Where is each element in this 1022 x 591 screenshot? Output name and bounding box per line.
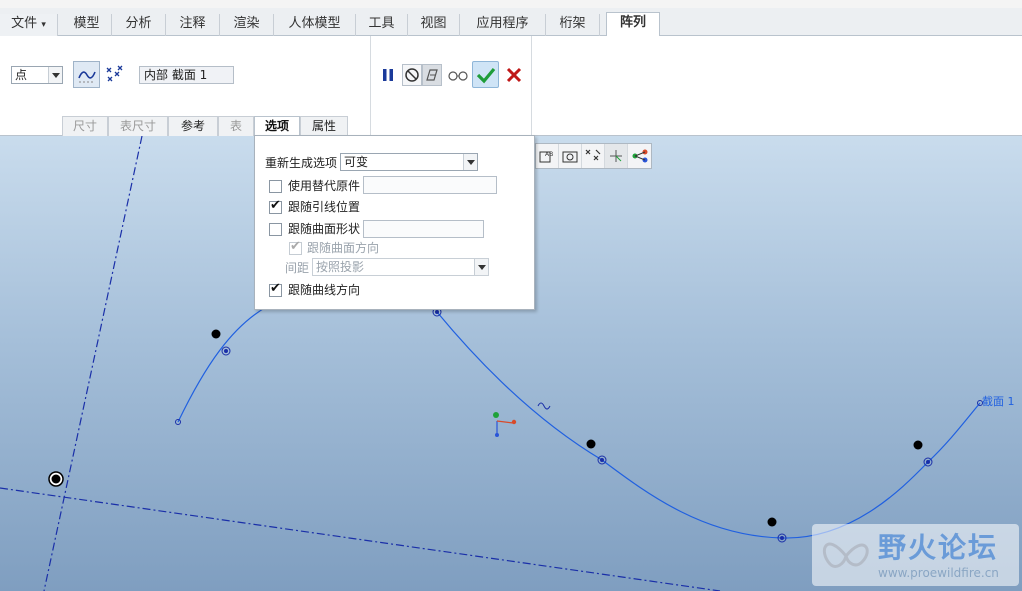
curve-tangent-mark bbox=[537, 402, 551, 410]
close-icon bbox=[506, 67, 522, 83]
subtab-properties[interactable]: 属性 bbox=[300, 116, 348, 136]
svg-text:AB: AB bbox=[545, 151, 553, 158]
tab-truss[interactable]: 桁架 bbox=[546, 14, 600, 36]
watermark-title: 野火论坛 bbox=[878, 531, 999, 564]
chevron-down-icon: ▾ bbox=[41, 20, 46, 30]
follow-surface-shape-checkbox[interactable] bbox=[269, 223, 282, 236]
graphics-toolbar: AB bbox=[535, 143, 652, 169]
datum-axis-horizontal bbox=[0, 487, 721, 591]
subtab-dimensions[interactable]: 尺寸 bbox=[62, 116, 108, 136]
tab-view[interactable]: 视图 bbox=[408, 14, 460, 36]
tab-pattern[interactable]: 阵列 bbox=[606, 12, 660, 37]
tab-applications[interactable]: 应用程序 bbox=[460, 14, 546, 36]
pattern-point bbox=[586, 439, 596, 449]
sketch-points-button[interactable] bbox=[103, 63, 125, 85]
csys-triad-icon bbox=[493, 412, 517, 437]
alt-origin-collector[interactable] bbox=[363, 176, 497, 194]
pattern-dashboard: 点 内部 截面 1 尺寸 表尺寸 参考 表 选项 属性 bbox=[0, 36, 1022, 136]
tab-render[interactable]: 渲染 bbox=[220, 14, 274, 36]
follow-curve-dir-checkbox[interactable] bbox=[269, 281, 282, 297]
curve-pattern-button[interactable] bbox=[73, 61, 100, 88]
curve-label: 截面 1 bbox=[982, 394, 1015, 408]
section-curve bbox=[177, 305, 981, 539]
checkmark-icon bbox=[476, 67, 495, 83]
follow-leader-checkbox[interactable] bbox=[269, 198, 282, 214]
camera-icon bbox=[562, 151, 578, 163]
follow-surface-dir-checkbox[interactable] bbox=[289, 239, 302, 255]
spin-center-icon bbox=[632, 149, 647, 163]
tab-annotate[interactable]: 注释 bbox=[166, 14, 220, 36]
subtab-tables[interactable]: 表 bbox=[218, 116, 254, 136]
watermark-url: www.proewildfire.cn bbox=[878, 566, 999, 580]
pause-button[interactable] bbox=[378, 64, 398, 86]
quick-access-strip bbox=[0, 0, 1022, 8]
spacing-select[interactable]: 按照投影 bbox=[312, 258, 489, 276]
follow-surface-shape-label: 跟随曲面形状 bbox=[288, 222, 361, 236]
tab-tools[interactable]: 工具 bbox=[356, 14, 408, 36]
ribbon-tab-bar: 文件 ▾ 模型 分析 注释 渲染 人体模型 工具 视图 应用程序 桁架 阵列 bbox=[0, 8, 1022, 37]
tab-model[interactable]: 模型 bbox=[62, 14, 112, 36]
use-alt-origin-label: 使用替代原件 bbox=[288, 179, 361, 193]
chevron-down-icon bbox=[48, 67, 62, 83]
options-panel: 重新生成选项 可变 使用替代原件 跟随引线位置 跟随曲面形状 跟随曲面方向 间距… bbox=[254, 135, 535, 310]
points-icon bbox=[106, 65, 123, 82]
regen-options-select[interactable]: 可变 bbox=[340, 153, 478, 171]
points-icon bbox=[585, 149, 601, 161]
pattern-point bbox=[913, 440, 923, 450]
point-display-button[interactable] bbox=[582, 144, 605, 168]
dynamic-preview-button[interactable] bbox=[422, 64, 442, 86]
pattern-point bbox=[211, 329, 221, 339]
annotation-display-button[interactable]: AB bbox=[536, 144, 559, 168]
confirm-button[interactable] bbox=[472, 61, 499, 88]
tab-analysis[interactable]: 分析 bbox=[112, 14, 166, 36]
tab-file[interactable]: 文件 ▾ bbox=[0, 14, 58, 36]
csys-display-button[interactable] bbox=[605, 144, 628, 168]
glasses-icon bbox=[448, 71, 468, 81]
subtab-table-dimensions[interactable]: 表尺寸 bbox=[108, 116, 168, 136]
pattern-point bbox=[767, 517, 777, 527]
subtab-references[interactable]: 参考 bbox=[168, 116, 218, 136]
subtab-options[interactable]: 选项 bbox=[254, 116, 300, 136]
chevron-down-icon bbox=[474, 259, 488, 275]
datum-axis-vertical bbox=[43, 136, 143, 591]
curve-pattern-icon bbox=[77, 70, 96, 82]
spin-center-button[interactable] bbox=[628, 144, 651, 168]
follow-curve-dir-label: 跟随曲线方向 bbox=[288, 283, 361, 297]
no-preview-icon bbox=[405, 68, 419, 82]
tab-manikin[interactable]: 人体模型 bbox=[274, 14, 356, 36]
use-alt-origin-checkbox[interactable] bbox=[269, 180, 282, 193]
regen-options-label: 重新生成选项 bbox=[265, 156, 338, 170]
forum-watermark: 野火论坛 www.proewildfire.cn bbox=[812, 524, 1019, 586]
chevron-down-icon bbox=[463, 154, 477, 170]
pause-icon bbox=[383, 69, 393, 81]
no-preview-button[interactable] bbox=[402, 64, 422, 86]
follow-surface-dir-label: 跟随曲面方向 bbox=[307, 241, 380, 255]
cancel-button[interactable] bbox=[503, 64, 525, 86]
saved-views-button[interactable] bbox=[559, 144, 582, 168]
surface-shape-collector[interactable] bbox=[363, 220, 484, 238]
csys-icon bbox=[610, 150, 622, 162]
butterfly-logo-icon bbox=[822, 542, 869, 568]
preview-glasses-icon bbox=[426, 69, 438, 81]
annotation-icon: AB bbox=[539, 151, 553, 163]
verify-button[interactable] bbox=[446, 64, 470, 86]
spacing-label: 间距 bbox=[285, 261, 310, 275]
pattern-type-select[interactable]: 点 bbox=[11, 66, 63, 84]
follow-leader-label: 跟随引线位置 bbox=[288, 200, 361, 214]
section-reference-collector[interactable]: 内部 截面 1 bbox=[139, 66, 234, 84]
